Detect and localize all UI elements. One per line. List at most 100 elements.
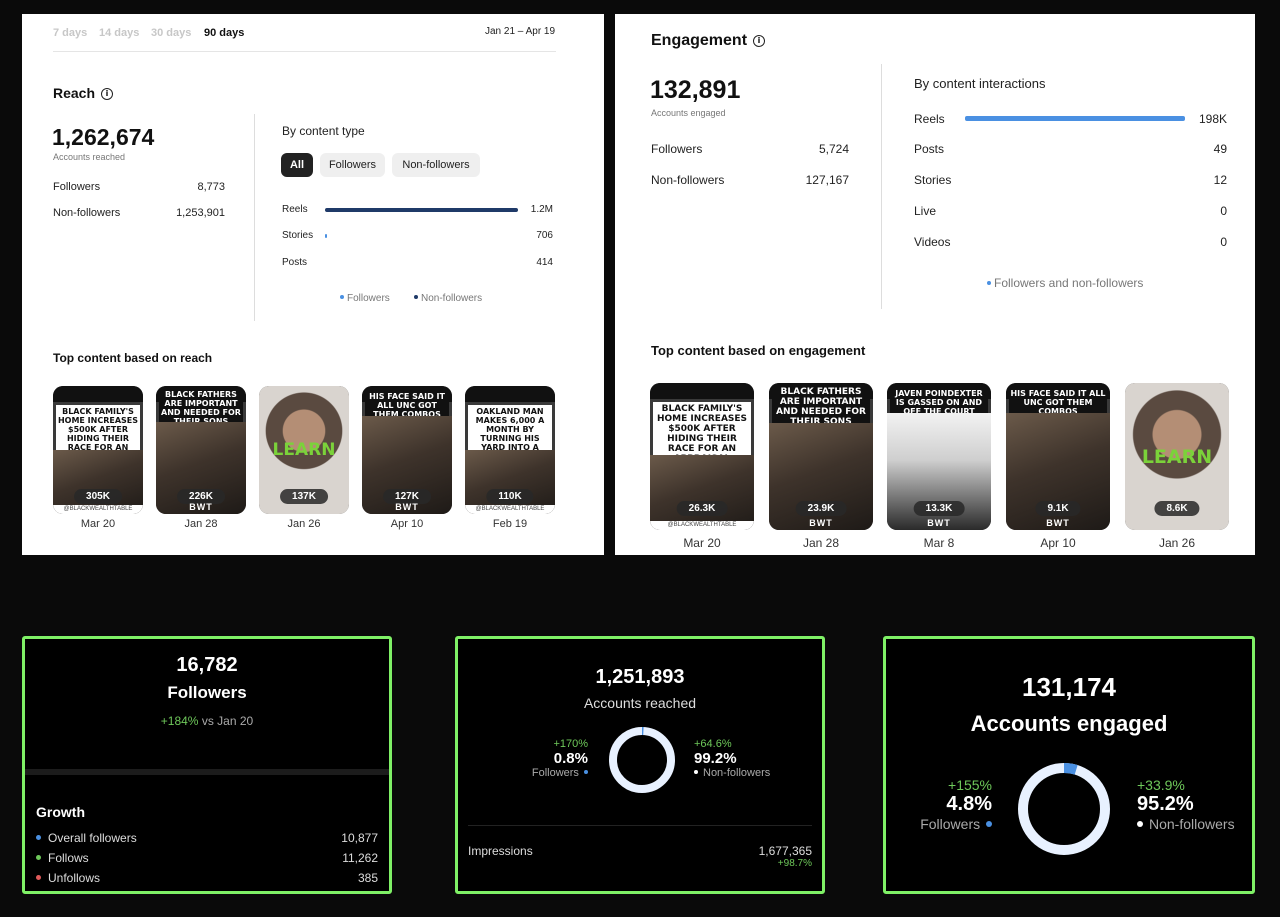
eng-content-thumb-3[interactable]: Javen Poindexter is gassed on and off th…: [887, 383, 991, 530]
section-divider: [468, 825, 812, 826]
engaged-donut-chart: [1018, 763, 1110, 855]
reach-content-thumb-1[interactable]: Black family's home increases $500K afte…: [53, 386, 143, 514]
reach-followers-value: 8,773: [197, 181, 225, 193]
donut-nonfollowers-segment: [609, 727, 675, 793]
left-label: Followers: [896, 816, 992, 832]
reach-bar-reels: [325, 208, 518, 212]
legend-followers: Followers: [340, 293, 390, 304]
eng-vertical-divider: [881, 64, 882, 309]
date-range: Jan 21 – Apr 19: [485, 26, 556, 37]
engagement-title: Engagement i: [651, 32, 766, 50]
engagement-panel: Engagement i 132,891 Accounts engaged Fol…: [615, 14, 1255, 555]
thumb-count: 9.1K: [1035, 501, 1081, 516]
top-content-reach-title: Top content based on reach: [53, 351, 213, 365]
thumb-logo: BWT: [1046, 518, 1070, 528]
eng-bar-reels: [965, 116, 1185, 121]
reach-content-date-1: Mar 20: [80, 518, 116, 530]
followers-count: 16,782: [176, 654, 238, 676]
eng-bar-value-videos: 0: [1220, 235, 1227, 249]
left-change: +170%: [553, 738, 588, 750]
thumb-ribbon: @BLACKWEALTHTABLE: [53, 505, 143, 514]
legend-dot-icon: [584, 770, 588, 774]
eng-content-date-5: Jan 26: [1158, 536, 1196, 550]
right-change: +33.9%: [1137, 777, 1185, 793]
reach-content-thumb-4[interactable]: His face said it all unc got them combos…: [362, 386, 452, 514]
eng-content-thumb-1[interactable]: Black family's home increases $500K afte…: [650, 383, 754, 530]
thumb-ribbon: @BLACKWEALTHTABLE: [465, 505, 555, 514]
info-icon[interactable]: i: [101, 88, 114, 100]
top-content-engagement-title: Top content based on engagement: [651, 343, 866, 358]
growth-row-follows: Follows: [36, 851, 89, 865]
range-tab-30-days[interactable]: 30 days: [151, 27, 191, 39]
legend-dot-icon: [340, 295, 344, 299]
eng-followers-value: 5,724: [818, 142, 849, 156]
left-label: Followers: [498, 767, 588, 779]
thumb-overlay: LEARN: [1141, 446, 1213, 468]
followers-change: +184% vs Jan 20: [160, 714, 254, 728]
reach-bar-value-stories: 706: [536, 230, 553, 241]
engagement-total: 132,891: [650, 76, 741, 104]
eng-content-thumb-5[interactable]: LEARN 8.6K: [1125, 383, 1229, 530]
legend-dot-icon: [986, 821, 992, 827]
eng-bar-label-reels: Reels: [914, 112, 945, 126]
info-icon[interactable]: i: [753, 35, 766, 47]
eng-legend: Followers and non-followers: [987, 276, 1143, 290]
thumb-count: 305K: [74, 489, 122, 504]
growth-value-follows: 11,262: [342, 851, 378, 865]
range-tab-7-days[interactable]: 7 days: [53, 27, 87, 39]
eng-content-thumb-2[interactable]: Black fathers are important and needed f…: [769, 383, 873, 530]
thumb-overlay: LEARN: [272, 440, 336, 460]
eng-content-thumb-4[interactable]: His face said it all unc got them combos…: [1006, 383, 1110, 530]
growth-row-overall: Overall followers: [36, 831, 137, 845]
growth-value-unfollows: 385: [357, 871, 378, 885]
reach-content-date-5: Feb 19: [492, 518, 528, 530]
reach-vertical-divider: [254, 114, 255, 321]
pill-nonfollowers[interactable]: Non-followers: [392, 153, 480, 177]
engaged-label: Accounts engaged: [970, 711, 1168, 736]
eng-bar-label-live: Live: [914, 204, 937, 218]
range-tab-14-days[interactable]: 14 days: [99, 27, 139, 39]
eng-bar-value-stories: 12: [1213, 173, 1227, 187]
reach-content-thumb-3[interactable]: LEARN 137K: [259, 386, 349, 514]
reach-content-thumb-2[interactable]: Black fathers are important and needed f…: [156, 386, 246, 514]
by-content-type-title: By content type: [282, 124, 365, 138]
left-pct: 4.8%: [946, 793, 992, 815]
reach-bar-label-reels: Reels: [282, 204, 308, 215]
growth-title: Growth: [36, 804, 85, 820]
eng-bar-label-stories: Stories: [914, 173, 952, 187]
reach-panel: 7 days 14 days 30 days 90 days Jan 21 – …: [22, 14, 604, 555]
eng-content-date-1: Mar 20: [683, 536, 721, 550]
impressions-label: Impressions: [468, 844, 533, 858]
range-divider: [53, 51, 556, 52]
right-label: Non-followers: [1137, 816, 1252, 832]
followers-card: 16,782 Followers +184% vs Jan 20 Growth …: [22, 636, 392, 894]
eng-bar-value-reels: 198K: [1198, 112, 1227, 126]
legend-dot-icon: [36, 855, 41, 860]
reached-right-stats: +64.6% 99.2% Non-followers: [694, 738, 804, 779]
reach-nonfollowers-label: Non-followers: [53, 207, 121, 219]
right-change: +64.6%: [694, 738, 732, 750]
reach-bar-stories: [325, 234, 327, 238]
section-divider: [25, 769, 389, 775]
donut-nonfollowers-segment: [1018, 763, 1110, 855]
eng-bar-label-posts: Posts: [914, 142, 945, 156]
range-tab-90-days[interactable]: 90 days: [204, 27, 244, 39]
eng-nonfollowers-value: 127,167: [805, 173, 849, 187]
thumb-ribbon: @BLACKWEALTHTABLE: [650, 521, 754, 530]
reach-bar-label-stories: Stories: [282, 230, 314, 241]
thumb-photo: [650, 455, 754, 530]
impressions-value: 1,677,365: [758, 844, 812, 858]
by-content-interactions-title: By content interactions: [914, 76, 1046, 91]
reach-bar-value-posts: 414: [536, 257, 553, 268]
right-label: Non-followers: [694, 767, 804, 779]
pill-followers[interactable]: Followers: [320, 153, 385, 177]
reach-total-label: Accounts reached: [53, 152, 126, 162]
legend-dot-icon: [1137, 821, 1143, 827]
reached-donut-chart: [609, 727, 675, 793]
eng-bar-value-posts: 49: [1213, 142, 1227, 156]
legend-dot-icon: [36, 875, 41, 880]
reach-content-thumb-5[interactable]: Oakland man makes 6,000 a month by turni…: [465, 386, 555, 514]
accounts-engaged-card: 131,174 Accounts engaged +155% 4.8% Foll…: [883, 636, 1255, 894]
left-pct: 0.8%: [553, 750, 588, 767]
pill-all[interactable]: All: [281, 153, 313, 177]
